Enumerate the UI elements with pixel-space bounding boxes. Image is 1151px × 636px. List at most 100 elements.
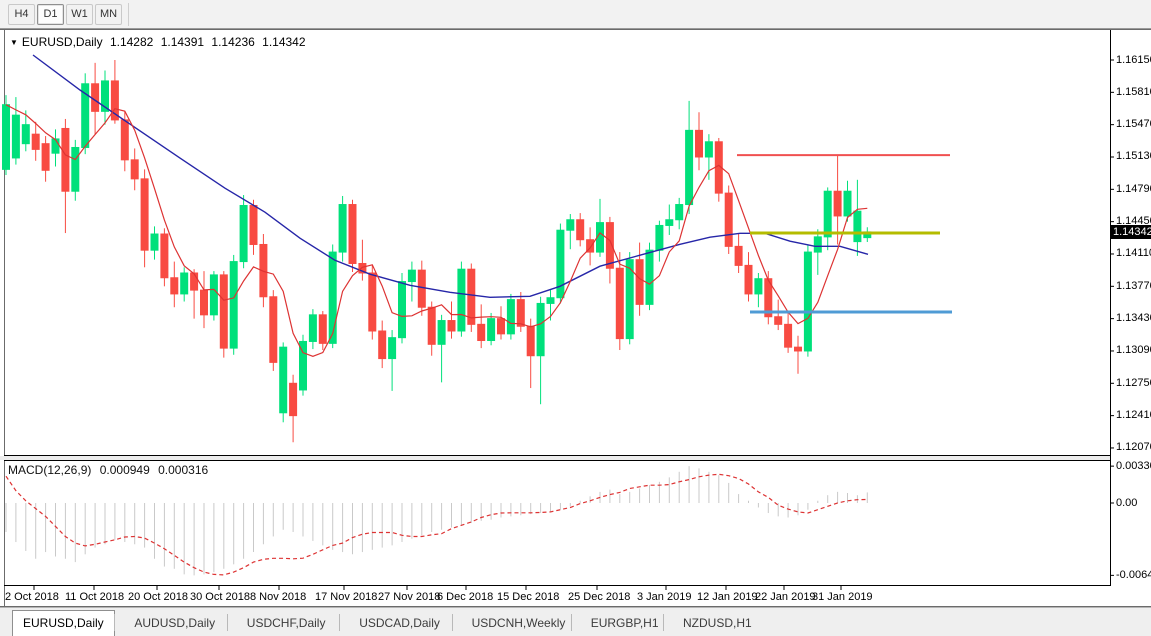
current-price-badge: 1.14342	[1111, 225, 1151, 239]
candle	[181, 273, 188, 294]
tab-separator	[663, 614, 664, 631]
ohlc-open: 1.14282	[110, 35, 153, 49]
candle	[458, 269, 465, 331]
chart-tab-usdcad[interactable]: USDCAD,Daily	[349, 611, 450, 636]
macd-axis-label: -0.00649	[1116, 569, 1151, 581]
candle	[755, 279, 762, 294]
candle	[448, 321, 455, 331]
price-axis-label: 1.12750	[1116, 377, 1151, 389]
price-axis-label: 1.13430	[1116, 312, 1151, 324]
candle	[735, 246, 742, 265]
tab-separator	[114, 614, 115, 631]
candle	[201, 290, 208, 315]
candle	[804, 252, 811, 351]
candle	[854, 211, 861, 241]
candle	[696, 130, 703, 157]
candle	[834, 191, 841, 216]
date-axis-label: 12 Jan 2019	[697, 591, 758, 603]
candle	[151, 234, 158, 250]
candle	[567, 220, 574, 230]
chart-tab-usdchf[interactable]: USDCHF,Daily	[237, 611, 336, 636]
date-axis-label: 31 Jan 2019	[812, 591, 873, 603]
candle	[171, 278, 178, 294]
tab-separator	[571, 614, 572, 631]
candle	[814, 237, 821, 252]
chart-canvas[interactable]	[0, 0, 1151, 607]
panel-splitter[interactable]	[0, 456, 1110, 460]
candle	[725, 193, 732, 246]
candle	[656, 225, 663, 250]
ohlc-high: 1.14391	[161, 35, 204, 49]
candle	[389, 338, 396, 359]
candle	[844, 191, 851, 216]
candle	[329, 252, 336, 343]
tab-separator	[227, 614, 228, 631]
candle	[280, 347, 287, 413]
date-axis-label: 27 Nov 2018	[378, 591, 440, 603]
mt4-window: H4D1W1MN ▼EURUSD,Daily 1.14282 1.14391 1…	[0, 0, 1151, 636]
macd-label: MACD(12,26,9)	[8, 463, 91, 477]
price-axis-label: 1.13090	[1116, 344, 1151, 356]
candle	[824, 191, 831, 237]
candle	[547, 298, 554, 304]
candle	[220, 275, 227, 348]
candle	[250, 205, 257, 244]
date-axis-label: 17 Nov 2018	[315, 591, 377, 603]
price-axis-label: 1.14110	[1116, 247, 1151, 259]
candle	[636, 260, 643, 305]
candle	[42, 144, 49, 171]
candle	[428, 307, 435, 344]
chart-tab-usdcnh[interactable]: USDCNH,Weekly	[462, 611, 576, 636]
macd-value: 0.000949	[100, 463, 150, 477]
candle	[369, 273, 376, 331]
candle	[319, 315, 326, 344]
candle	[408, 270, 415, 281]
chart-tab-eurgbp[interactable]: EURGBP,H1	[581, 611, 669, 636]
price-axis-label: 1.15130	[1116, 150, 1151, 162]
ohlc-low: 1.14236	[211, 35, 254, 49]
price-axis-label: 1.12070	[1116, 441, 1151, 453]
candle	[577, 220, 584, 240]
date-axis-label: 3 Jan 2019	[637, 591, 691, 603]
candle	[32, 134, 39, 149]
macd-signal-value: 0.000316	[158, 463, 208, 477]
candle	[498, 319, 505, 334]
candle	[478, 324, 485, 340]
candle	[22, 125, 29, 144]
candle	[775, 317, 782, 325]
candle	[676, 205, 683, 220]
chart-title: ▼EURUSD,Daily 1.14282 1.14391 1.14236 1.…	[10, 35, 310, 49]
candle	[240, 205, 247, 261]
macd-indicator-title: MACD(12,26,9) 0.000949 0.000316	[8, 463, 213, 477]
candle	[379, 331, 386, 359]
chart-tab-bar: EURUSD,Daily AUDUSD,Daily USDCHF,Daily USDC…	[0, 607, 1151, 636]
chart-tab-eurusd[interactable]: EURUSD,Daily	[12, 610, 115, 636]
chart-tab-nzdusd[interactable]: NZDUSD,H1	[673, 611, 762, 636]
candle	[349, 205, 356, 264]
candle	[131, 160, 138, 179]
candle	[12, 115, 19, 158]
candle	[418, 270, 425, 307]
date-axis-label: 8 Nov 2018	[250, 591, 306, 603]
candle	[646, 250, 653, 304]
candle	[537, 303, 544, 355]
price-axis-label: 1.12410	[1116, 409, 1151, 421]
price-axis-label: 1.15810	[1116, 86, 1151, 98]
candle	[705, 142, 712, 157]
chart-symbol-label: EURUSD,Daily	[22, 35, 103, 49]
candle	[309, 315, 316, 342]
date-axis-label: 22 Jan 2019	[755, 591, 816, 603]
candle	[745, 265, 752, 294]
candle	[795, 347, 802, 351]
chart-tab-audusd[interactable]: AUDUSD,Daily	[124, 611, 225, 636]
candle	[488, 319, 495, 341]
tab-separator	[339, 614, 340, 631]
date-axis-label: 2 Oct 2018	[5, 591, 59, 603]
date-axis-label: 30 Oct 2018	[190, 591, 250, 603]
price-axis-label: 1.15470	[1116, 118, 1151, 130]
candle	[339, 205, 346, 253]
candle	[62, 128, 69, 191]
candle	[438, 321, 445, 345]
price-axis-label: 1.14790	[1116, 183, 1151, 195]
candle	[616, 268, 623, 338]
